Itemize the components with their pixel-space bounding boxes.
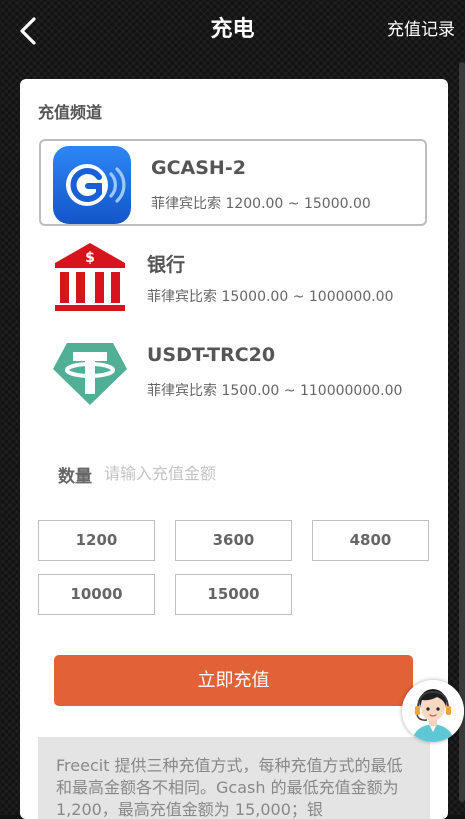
channel-option-bank[interactable]: $ 银行 菲律宾比索 15000.00 ~ 1000000.00 — [39, 234, 427, 321]
amount-label: 数量 — [58, 467, 92, 487]
recharge-records-link[interactable]: 充值记录 — [387, 17, 455, 43]
channel-name: 银行 — [147, 254, 186, 276]
channel-name: USDT-TRC20 — [147, 344, 276, 366]
top-bar: 充电 充值记录 — [0, 0, 465, 62]
svg-text:$: $ — [85, 250, 95, 266]
recharge-card: 充值频道 GCASH-2 菲律宾比索 1200.00 ~ 15000.00 $ — [20, 79, 448, 819]
channel-name: GCASH-2 — [151, 157, 246, 179]
scrollbar[interactable] — [459, 62, 465, 802]
support-agent-icon — [402, 680, 464, 742]
channel-option-gcash[interactable]: GCASH-2 菲律宾比索 1200.00 ~ 15000.00 — [39, 139, 427, 226]
channel-range: 菲律宾比索 15000.00 ~ 1000000.00 — [147, 289, 394, 305]
amount-input[interactable] — [104, 459, 404, 487]
preset-amount-button[interactable]: 3600 — [175, 520, 292, 561]
preset-amount-button[interactable]: 10000 — [38, 574, 155, 615]
preset-amount-button[interactable]: 15000 — [175, 574, 292, 615]
customer-service-avatar[interactable] — [402, 680, 464, 742]
channel-range: 菲律宾比索 1200.00 ~ 15000.00 — [151, 196, 371, 212]
section-title: 充值频道 — [38, 103, 103, 122]
recharge-now-button[interactable]: 立即充值 — [54, 655, 413, 706]
preset-amount-button[interactable]: 1200 — [38, 520, 155, 561]
bank-icon: $ — [55, 243, 125, 311]
preset-amount-button[interactable]: 4800 — [312, 520, 429, 561]
recharge-notice: Freecit 提供三种充值方式，每种充值方式的最低和最高金额各不相同。Gcas… — [38, 737, 430, 819]
tether-icon — [53, 343, 127, 405]
gcash-icon — [53, 146, 131, 224]
channel-range: 菲律宾比索 1500.00 ~ 110000000.00 — [147, 383, 403, 399]
channel-option-usdt[interactable]: USDT-TRC20 菲律宾比索 1500.00 ~ 110000000.00 — [39, 328, 427, 415]
